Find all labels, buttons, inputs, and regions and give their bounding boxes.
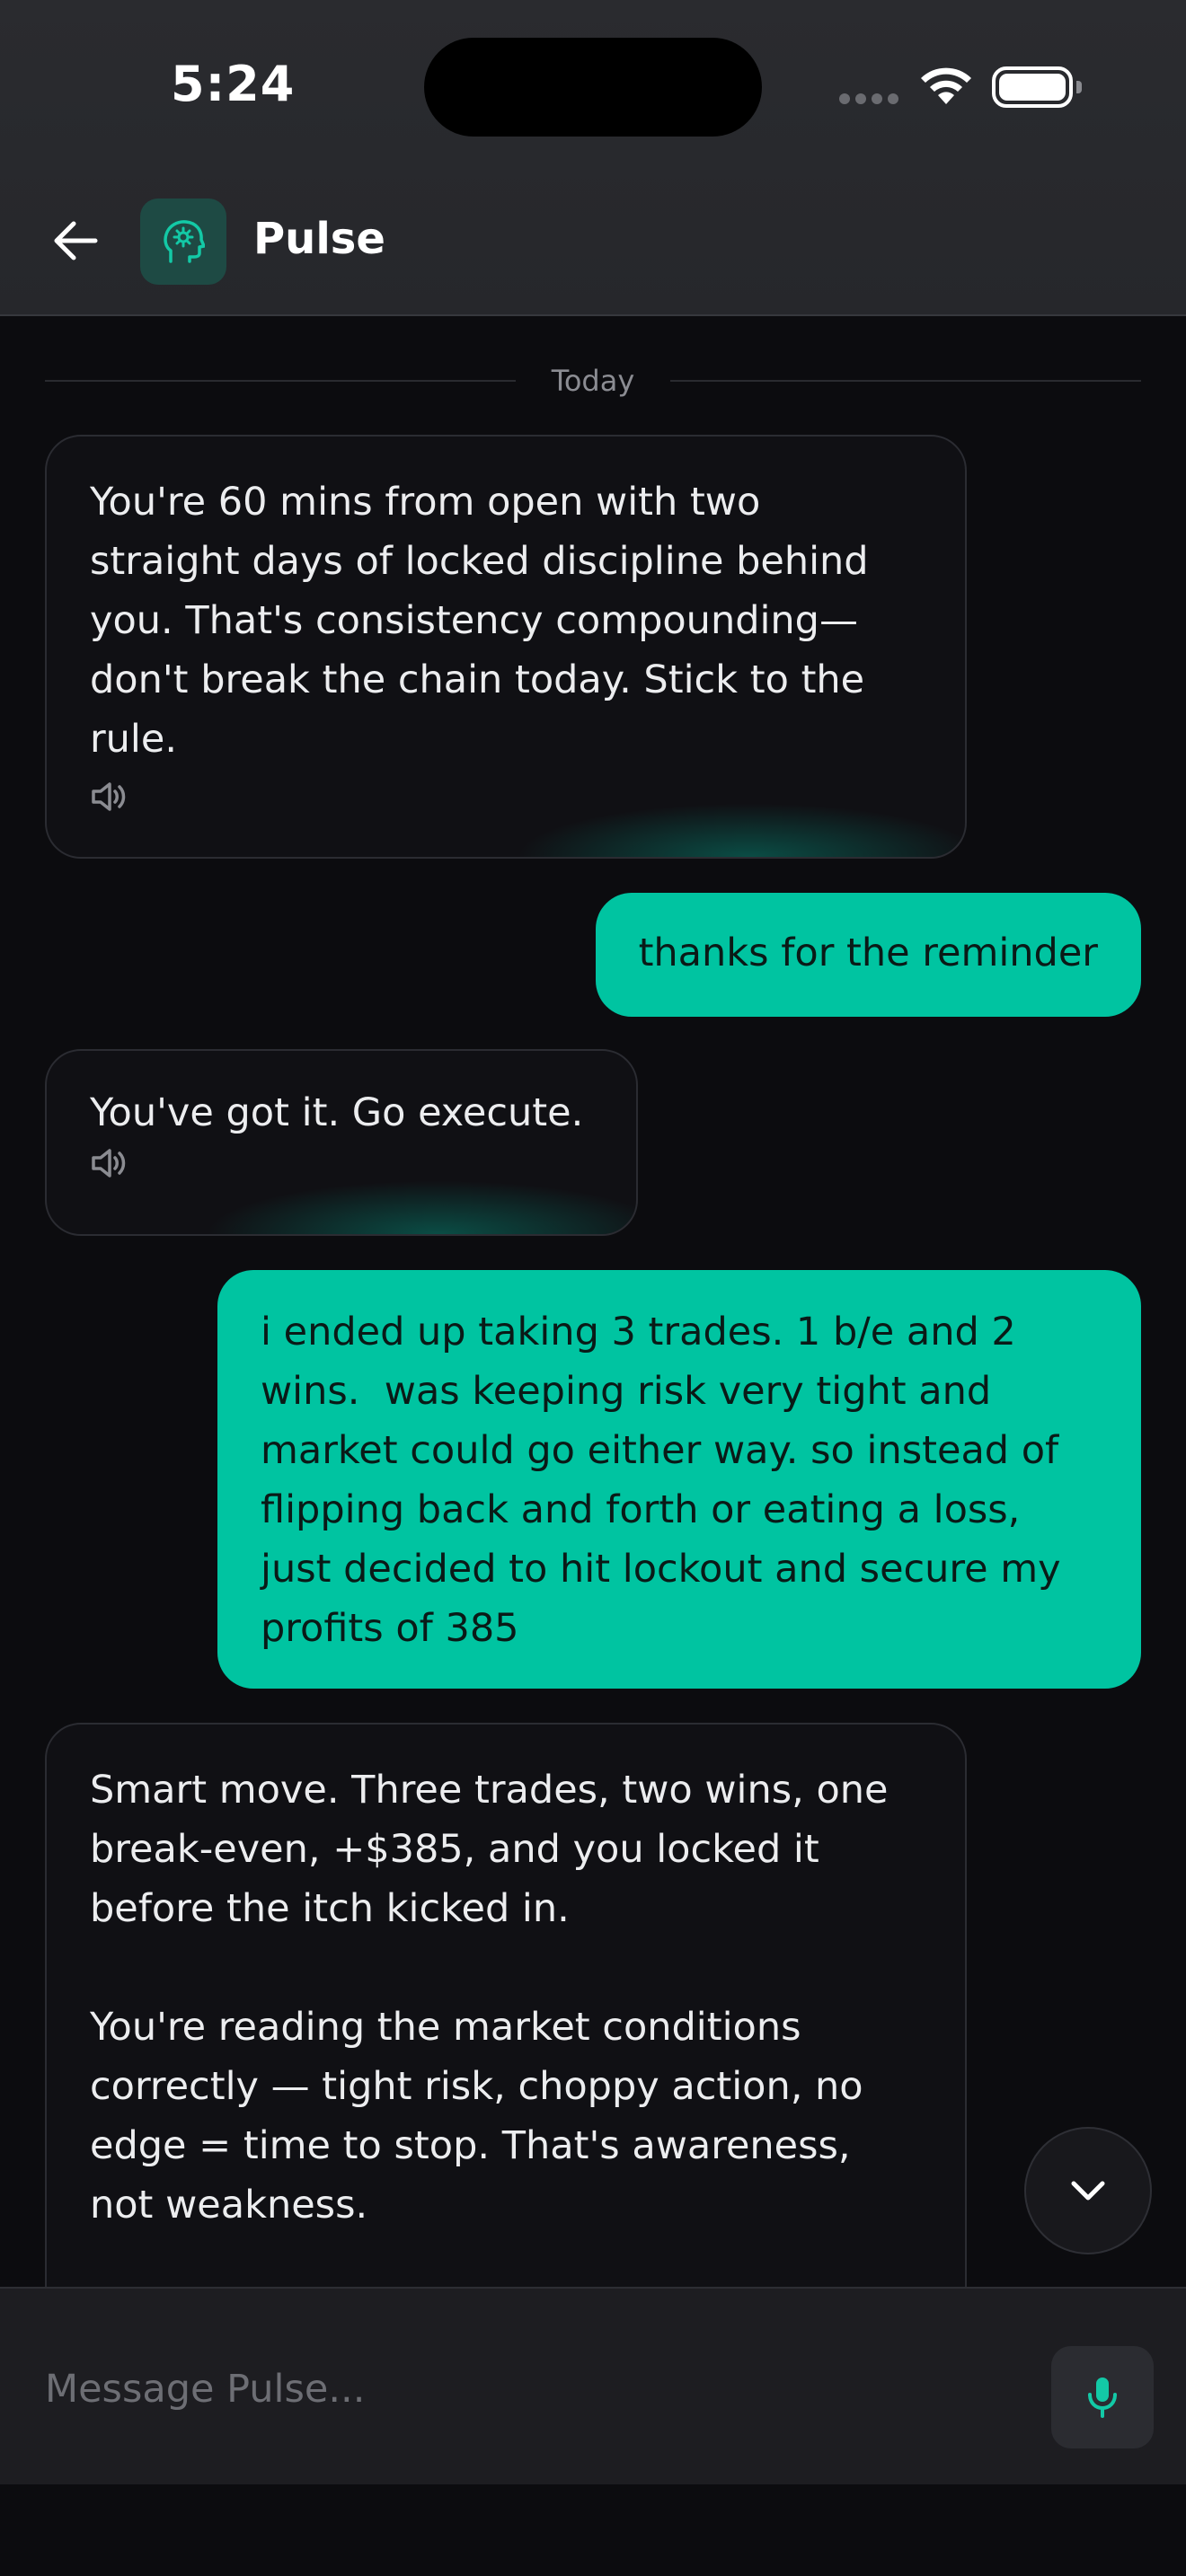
message-input[interactable]: [45, 2362, 1015, 2416]
wifi-icon: [921, 67, 971, 104]
top-bar: 5:24 Pulse: [0, 0, 1186, 316]
message-text: thanks for the reminder: [638, 931, 1098, 975]
speaker-icon[interactable]: [90, 1146, 129, 1180]
user-message: i ended up taking 3 trades. 1 b/e and 2 …: [217, 1270, 1141, 1689]
dynamic-island: [424, 38, 762, 137]
chat-title: Pulse: [253, 214, 385, 264]
date-divider: Today: [551, 364, 635, 398]
mic-button[interactable]: [1051, 2346, 1154, 2448]
pulse-avatar: [140, 198, 226, 285]
back-arrow-icon[interactable]: [49, 216, 102, 266]
message-text: Smart move. Three trades, two wins, one …: [90, 1768, 889, 2228]
microphone-icon: [1088, 2378, 1117, 2418]
glow-decoration: [205, 1180, 636, 1234]
battery-icon: [992, 66, 1082, 108]
assistant-message: You've got it. Go execute.: [45, 1049, 638, 1236]
message-text: You've got it. Go execute.: [90, 1090, 584, 1135]
assistant-message: Smart move. Three trades, two wins, one …: [45, 1723, 967, 2351]
cellular-signal-icon: [839, 93, 898, 104]
home-indicator-area: [0, 2484, 1186, 2576]
speaker-icon[interactable]: [90, 780, 129, 814]
scroll-to-bottom-button[interactable]: [1024, 2127, 1152, 2254]
status-time: 5:24: [171, 56, 296, 112]
chevron-down-icon: [1071, 2181, 1105, 2201]
brain-head-icon: [164, 220, 205, 263]
message-text: You're 60 mins from open with two straig…: [90, 480, 881, 762]
glow-decoration: [516, 803, 965, 857]
user-message: thanks for the reminder: [595, 893, 1141, 1017]
assistant-message: You're 60 mins from open with two straig…: [45, 435, 967, 859]
message-text: i ended up taking 3 trades. 1 b/e and 2 …: [261, 1310, 1074, 1651]
